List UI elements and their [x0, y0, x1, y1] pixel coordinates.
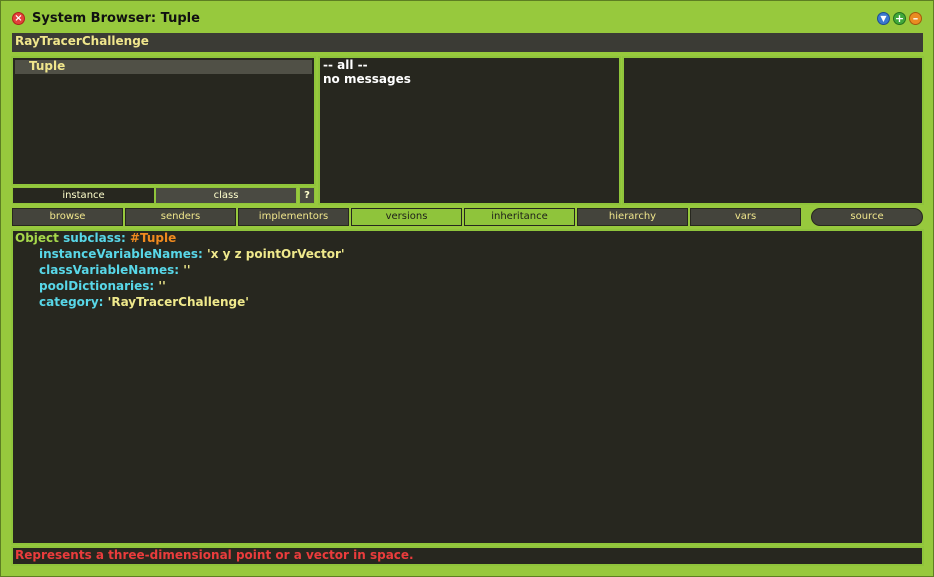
message-list-pane[interactable] [622, 56, 924, 205]
class-list-item-selected[interactable]: Tuple [15, 59, 312, 74]
code-line-2: instanceVariableNames: 'x y z pointOrVec… [39, 247, 345, 261]
browse-button[interactable]: browse [12, 208, 123, 226]
message-category-pane[interactable]: -- all -- no messages [318, 56, 621, 205]
help-button[interactable]: ? [299, 187, 315, 204]
senders-button[interactable]: senders [125, 208, 236, 226]
implementors-button[interactable]: implementors [238, 208, 349, 226]
code-keyword-subclass: subclass: [63, 231, 126, 245]
package-label: RayTracerChallenge [15, 34, 149, 48]
code-keyword-classvars: classVariableNames: [39, 263, 180, 277]
package-list-item[interactable]: RayTracerChallenge [12, 33, 923, 52]
code-keyword-instvars: instanceVariableNames: [39, 247, 203, 261]
class-comment-text: Represents a three-dimensional point or … [15, 548, 414, 562]
system-browser-window: × System Browser: Tuple ▼ + – RayTracerC… [0, 0, 934, 577]
code-editor[interactable]: Object subclass: #Tuple instanceVariable… [11, 229, 924, 545]
title-bar[interactable]: × System Browser: Tuple ▼ + – [1, 1, 933, 31]
code-line-4: poolDictionaries: '' [39, 279, 166, 293]
code-value-classvars: '' [183, 263, 191, 277]
instance-toggle-button[interactable]: instance [12, 187, 155, 204]
window-menu-icon[interactable]: ▼ [877, 12, 890, 25]
source-button[interactable]: source [811, 208, 923, 226]
code-line-1: Object subclass: #Tuple [15, 231, 176, 245]
code-keyword-pooldicts: poolDictionaries: [39, 279, 155, 293]
code-line-5: category: 'RayTracerChallenge' [39, 295, 249, 309]
code-value-category: 'RayTracerChallenge' [107, 295, 249, 309]
category-item-all[interactable]: -- all -- [323, 58, 368, 72]
code-value-instvars: 'x y z pointOrVector' [207, 247, 345, 261]
versions-button[interactable]: versions [351, 208, 462, 226]
class-comment-pane[interactable]: Represents a three-dimensional point or … [11, 546, 924, 566]
code-keyword-category: category: [39, 295, 104, 309]
class-toggle-button[interactable]: class [155, 187, 297, 204]
vars-button[interactable]: vars [690, 208, 801, 226]
close-icon[interactable]: × [12, 12, 25, 25]
collapse-icon[interactable]: – [909, 12, 922, 25]
code-receiver: Object [15, 231, 59, 245]
code-value-pooldicts: '' [158, 279, 166, 293]
hierarchy-button[interactable]: hierarchy [577, 208, 688, 226]
category-item-no-messages[interactable]: no messages [323, 72, 411, 86]
inheritance-button[interactable]: inheritance [464, 208, 575, 226]
expand-icon[interactable]: + [893, 12, 906, 25]
code-line-3: classVariableNames: '' [39, 263, 191, 277]
class-list-pane[interactable]: Tuple [11, 56, 316, 186]
window-title: System Browser: Tuple [32, 11, 200, 26]
class-list-item-label: Tuple [29, 59, 66, 73]
code-class-symbol: #Tuple [129, 231, 177, 245]
